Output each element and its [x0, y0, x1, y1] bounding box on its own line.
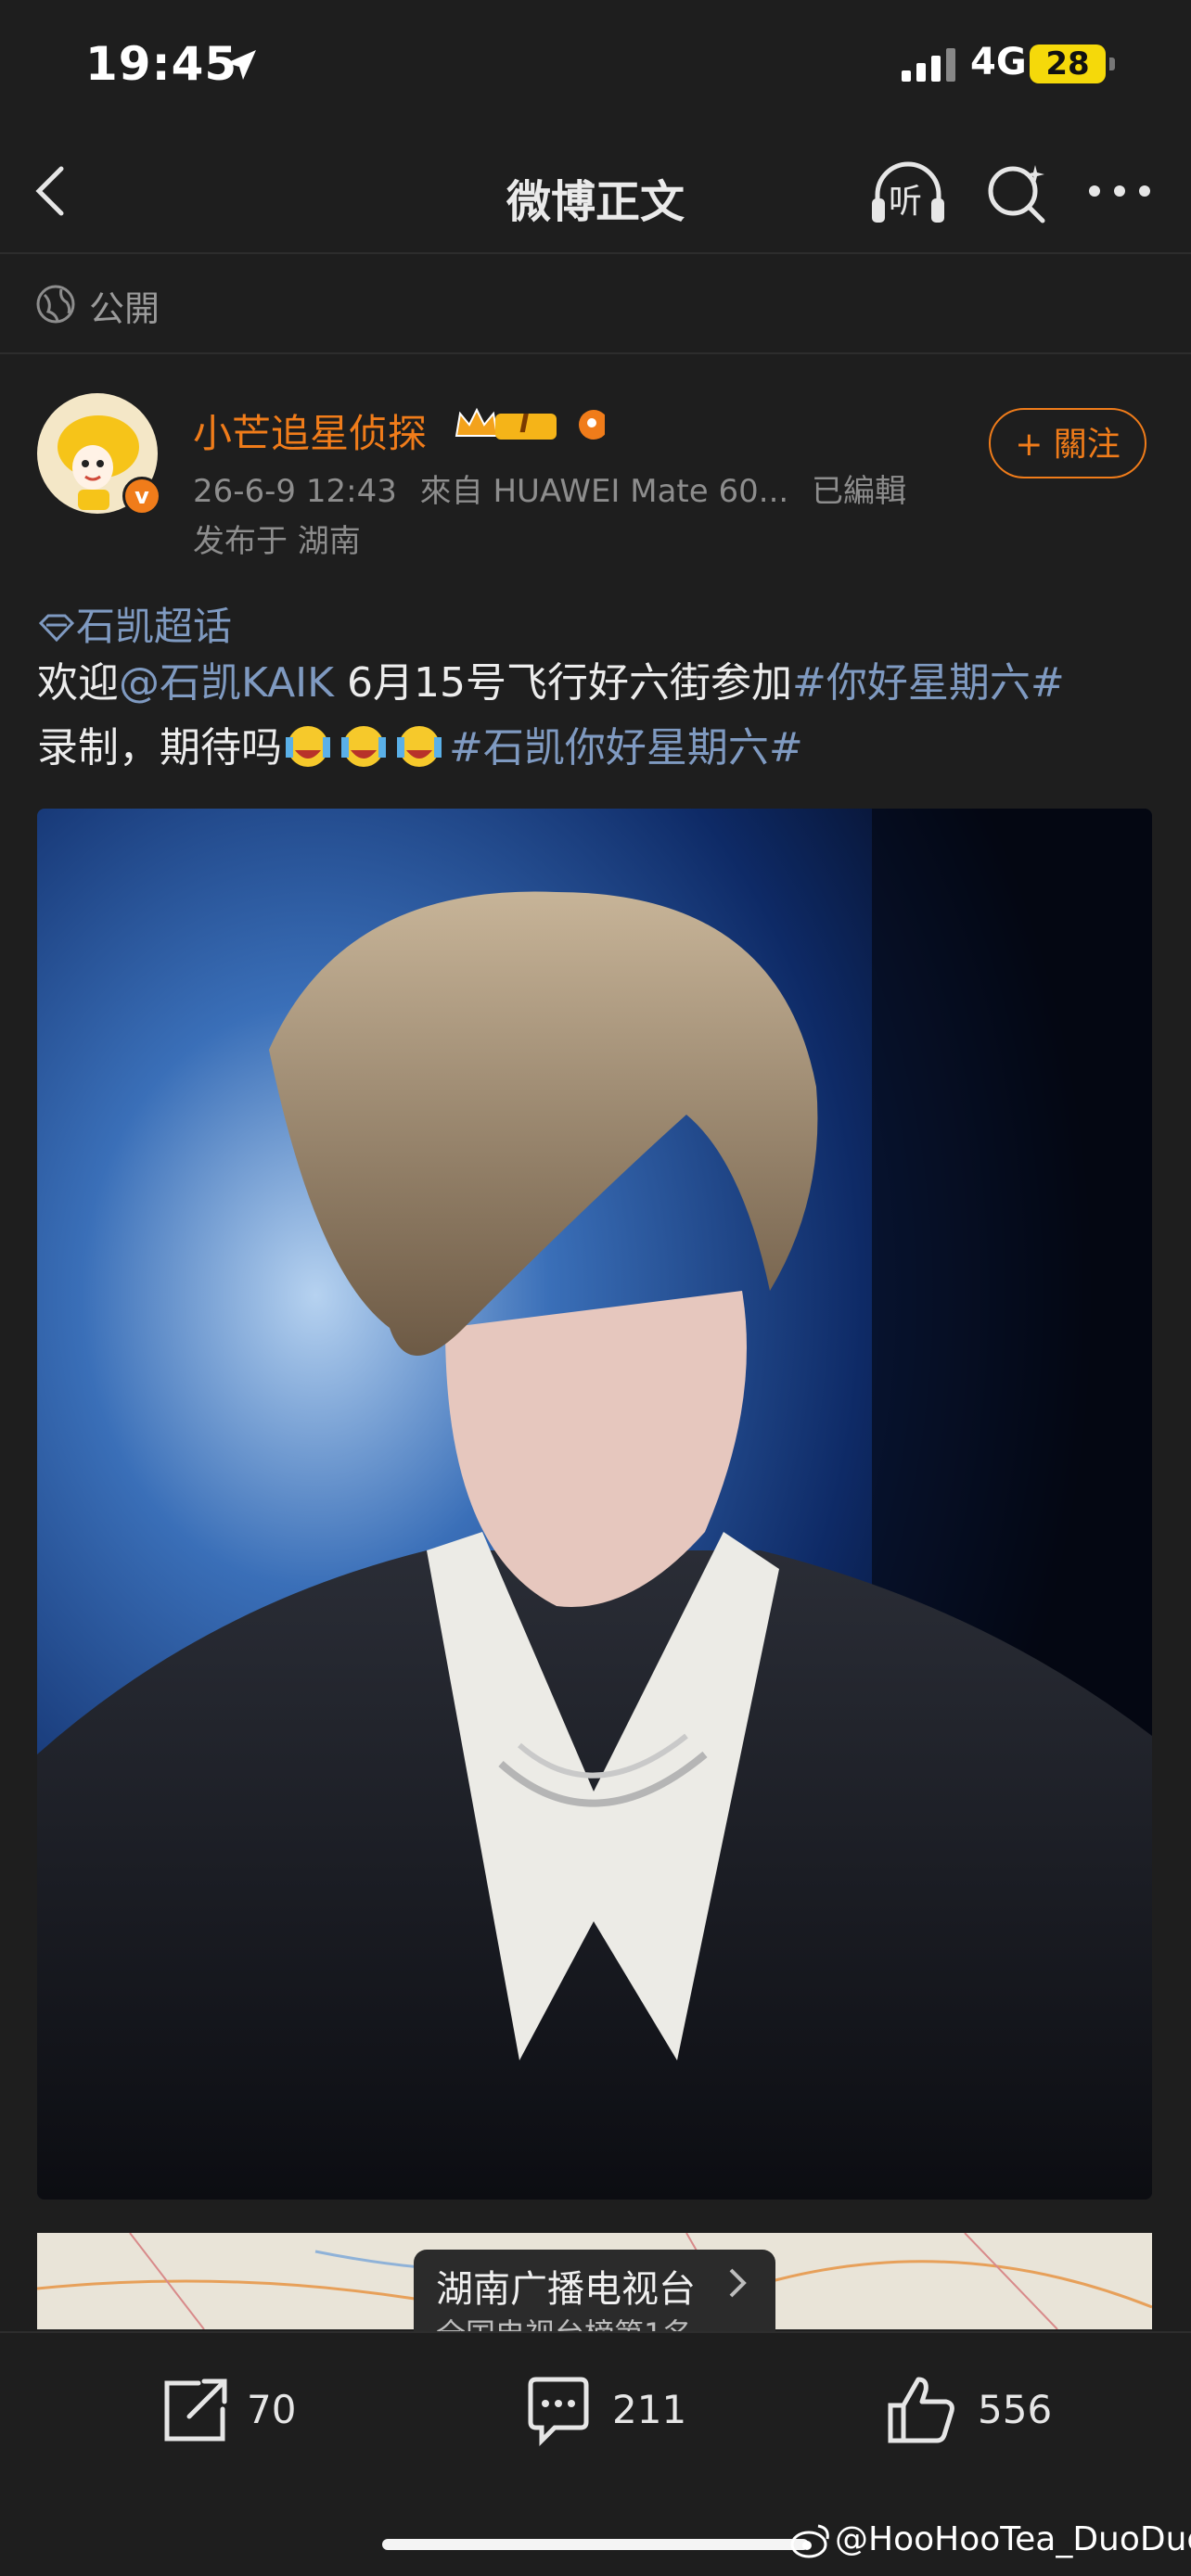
crying-laugh-emoji-icon	[341, 726, 386, 767]
listen-label: 听	[889, 183, 923, 221]
topic-label: 石凯超话	[76, 604, 233, 649]
action-bar-divider	[0, 2331, 1191, 2333]
home-indicator[interactable]	[382, 2539, 809, 2550]
comment-icon	[528, 2377, 589, 2447]
mention-link[interactable]: @石凯KAIK	[119, 659, 334, 707]
chevron-right-icon	[729, 2268, 747, 2298]
comment-count: 211	[612, 2387, 687, 2432]
battery-icon: 28	[1030, 45, 1106, 83]
watermark: @HooHooTea_DuoDuo	[835, 2520, 1191, 2558]
hashtag-link-1[interactable]: #你好星期六#	[792, 659, 1065, 707]
thumbs-up-icon	[888, 2377, 954, 2443]
more-icon[interactable]	[1087, 182, 1152, 200]
portrait-image	[37, 809, 1152, 2200]
listen-button[interactable]: 听	[868, 159, 948, 226]
hashtag-link-2[interactable]: #石凯你好星期六#	[449, 724, 803, 772]
repost-button[interactable]: 70	[158, 2374, 343, 2448]
post-text-1: 欢迎	[37, 659, 119, 707]
search-icon[interactable]	[983, 159, 1050, 226]
post-meta: 26-6-9 12:43 來自 HUAWEI Mate 60... 已編輯	[193, 465, 906, 511]
globe-icon	[36, 285, 75, 324]
signal-icon	[902, 48, 955, 82]
post-photo[interactable]	[37, 809, 1152, 2200]
topic-link[interactable]: 石凯超话	[37, 595, 232, 652]
repost-count: 70	[247, 2387, 297, 2432]
username[interactable]: 小芒追星侦探	[193, 402, 427, 459]
crying-laugh-emoji-icon	[286, 726, 330, 767]
follow-button[interactable]: + 關注	[989, 408, 1146, 478]
location-arrow-icon	[226, 50, 256, 80]
level-badge: I	[519, 408, 530, 439]
repost-icon	[164, 2378, 227, 2442]
location-label: 发布于 湖南	[193, 523, 361, 560]
timestamp: 26-6-9 12:43	[193, 473, 397, 510]
source: 來自 HUAWEI Mate 60...	[419, 473, 789, 510]
post-body: 欢迎@石凯KAIK 6月15号飞行好六街参加#你好星期六# 录制，期待吗 #石凯你…	[37, 651, 1159, 781]
battery-tip	[1109, 57, 1115, 70]
status-time: 19:45	[85, 37, 238, 91]
post-text-3: 录制，期待吗	[37, 724, 282, 772]
member-crown-badge: I	[453, 404, 608, 449]
diamond-icon	[38, 614, 75, 643]
post-text-2: 6月15号飞行好六街参加	[347, 659, 792, 707]
nav-divider	[0, 252, 1191, 254]
network-type: 4G	[970, 41, 1027, 83]
edited-label[interactable]: 已編輯	[812, 473, 906, 510]
like-button[interactable]: 556	[885, 2374, 1089, 2448]
comment-button[interactable]: 211	[521, 2374, 725, 2448]
weibo-logo-icon	[790, 2524, 829, 2558]
section-divider	[0, 352, 1191, 354]
visibility-label: 公開	[89, 288, 160, 329]
crying-laugh-emoji-icon	[397, 726, 442, 767]
verified-badge-icon: v	[122, 477, 161, 516]
like-count: 556	[978, 2387, 1053, 2432]
map-card-title: 湖南广播电视台	[436, 2268, 696, 2311]
